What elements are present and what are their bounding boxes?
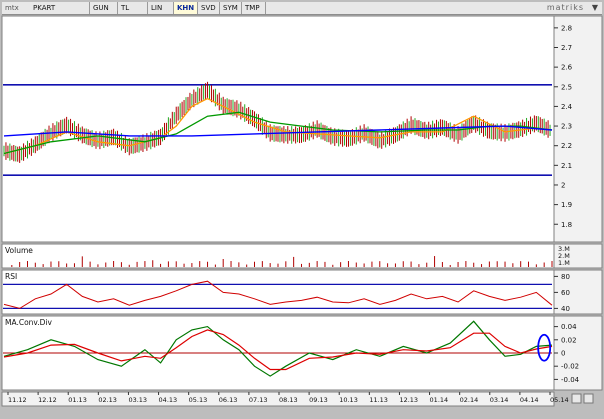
symbol-field[interactable]: PKART <box>30 2 90 14</box>
x-tick-label: 05.14 <box>550 396 569 404</box>
price-tick-label: 1.8 <box>561 221 572 229</box>
button-khn[interactable]: KHN <box>174 2 198 14</box>
dropdown-arrow-icon[interactable]: ▼ <box>592 3 598 13</box>
price-tick-label: 2.2 <box>561 142 572 150</box>
macd-tick-label: 0 <box>561 350 565 358</box>
x-tick-label: 12.12 <box>38 396 57 404</box>
x-tick-label: 03.14 <box>490 396 509 404</box>
chart-svg: 1.81.922.12.22.32.42.52.62.72.8Volume 3.M… <box>1 15 603 407</box>
x-tick-label: 04.13 <box>159 396 178 404</box>
x-tick-label: 11.13 <box>369 396 388 404</box>
matriks-logo-icon: mtx <box>5 4 19 12</box>
button-sym[interactable]: SYM <box>220 2 242 14</box>
macd-tick-label: -0.02 <box>561 363 579 371</box>
x-tick-label: 09.13 <box>309 396 328 404</box>
rsi-tick-label: 80 <box>561 273 570 281</box>
x-tick-label: 02.14 <box>460 396 479 404</box>
x-tick-label: 02.13 <box>98 396 117 404</box>
macd-title: MA.Conv.Div <box>5 318 53 327</box>
rsi-tick-label: 40 <box>561 305 570 313</box>
price-tick-label: 2.5 <box>561 83 572 91</box>
price-tick-label: 1.9 <box>561 201 572 209</box>
rsi-title: RSI <box>5 272 17 281</box>
macd-tick-label: -0.04 <box>561 376 580 384</box>
x-tick-label: 06.13 <box>219 396 238 404</box>
x-tick-label: 11.12 <box>8 396 27 404</box>
rsi-tick-label: 60 <box>561 289 570 297</box>
volume-title: Volume <box>5 246 33 255</box>
brand-name: matriks <box>546 3 584 12</box>
button-svd[interactable]: SVD <box>198 2 220 14</box>
price-tick-label: 2.3 <box>561 123 572 131</box>
price-tick-label: 2.7 <box>561 44 572 52</box>
macd-tick-label: 0.04 <box>561 323 577 331</box>
volume-tick-label: 1.M <box>558 259 570 267</box>
button-lin[interactable]: LIN <box>148 2 174 14</box>
price-tick-label: 2.1 <box>561 162 572 170</box>
button-tl[interactable]: TL <box>118 2 148 14</box>
macd-tick-label: 0.02 <box>561 336 577 344</box>
x-tick-label: 07.13 <box>249 396 268 404</box>
x-tick-label: 08.13 <box>279 396 298 404</box>
x-tick-label: 01.13 <box>68 396 87 404</box>
x-tick-label: 04.14 <box>520 396 539 404</box>
chart-window: mtx PKART GUN TL LIN KHN SVD SYM TMP mat… <box>0 0 604 419</box>
x-tick-label: 01.14 <box>430 396 449 404</box>
zoom-out-icon[interactable] <box>571 393 582 404</box>
price-tick-label: 2.6 <box>561 64 573 72</box>
button-tmp[interactable]: TMP <box>242 2 266 14</box>
x-tick-label: 10.13 <box>339 396 358 404</box>
price-tick-label: 2 <box>561 181 565 189</box>
x-tick-label: 12.13 <box>399 396 418 404</box>
x-tick-label: 03.13 <box>128 396 147 404</box>
price-tick-label: 2.8 <box>561 24 572 32</box>
button-gun[interactable]: GUN <box>90 2 118 14</box>
x-tick-label: 05.13 <box>189 396 208 404</box>
zoom-in-icon[interactable] <box>583 393 594 404</box>
price-tick-label: 2.4 <box>561 103 573 111</box>
